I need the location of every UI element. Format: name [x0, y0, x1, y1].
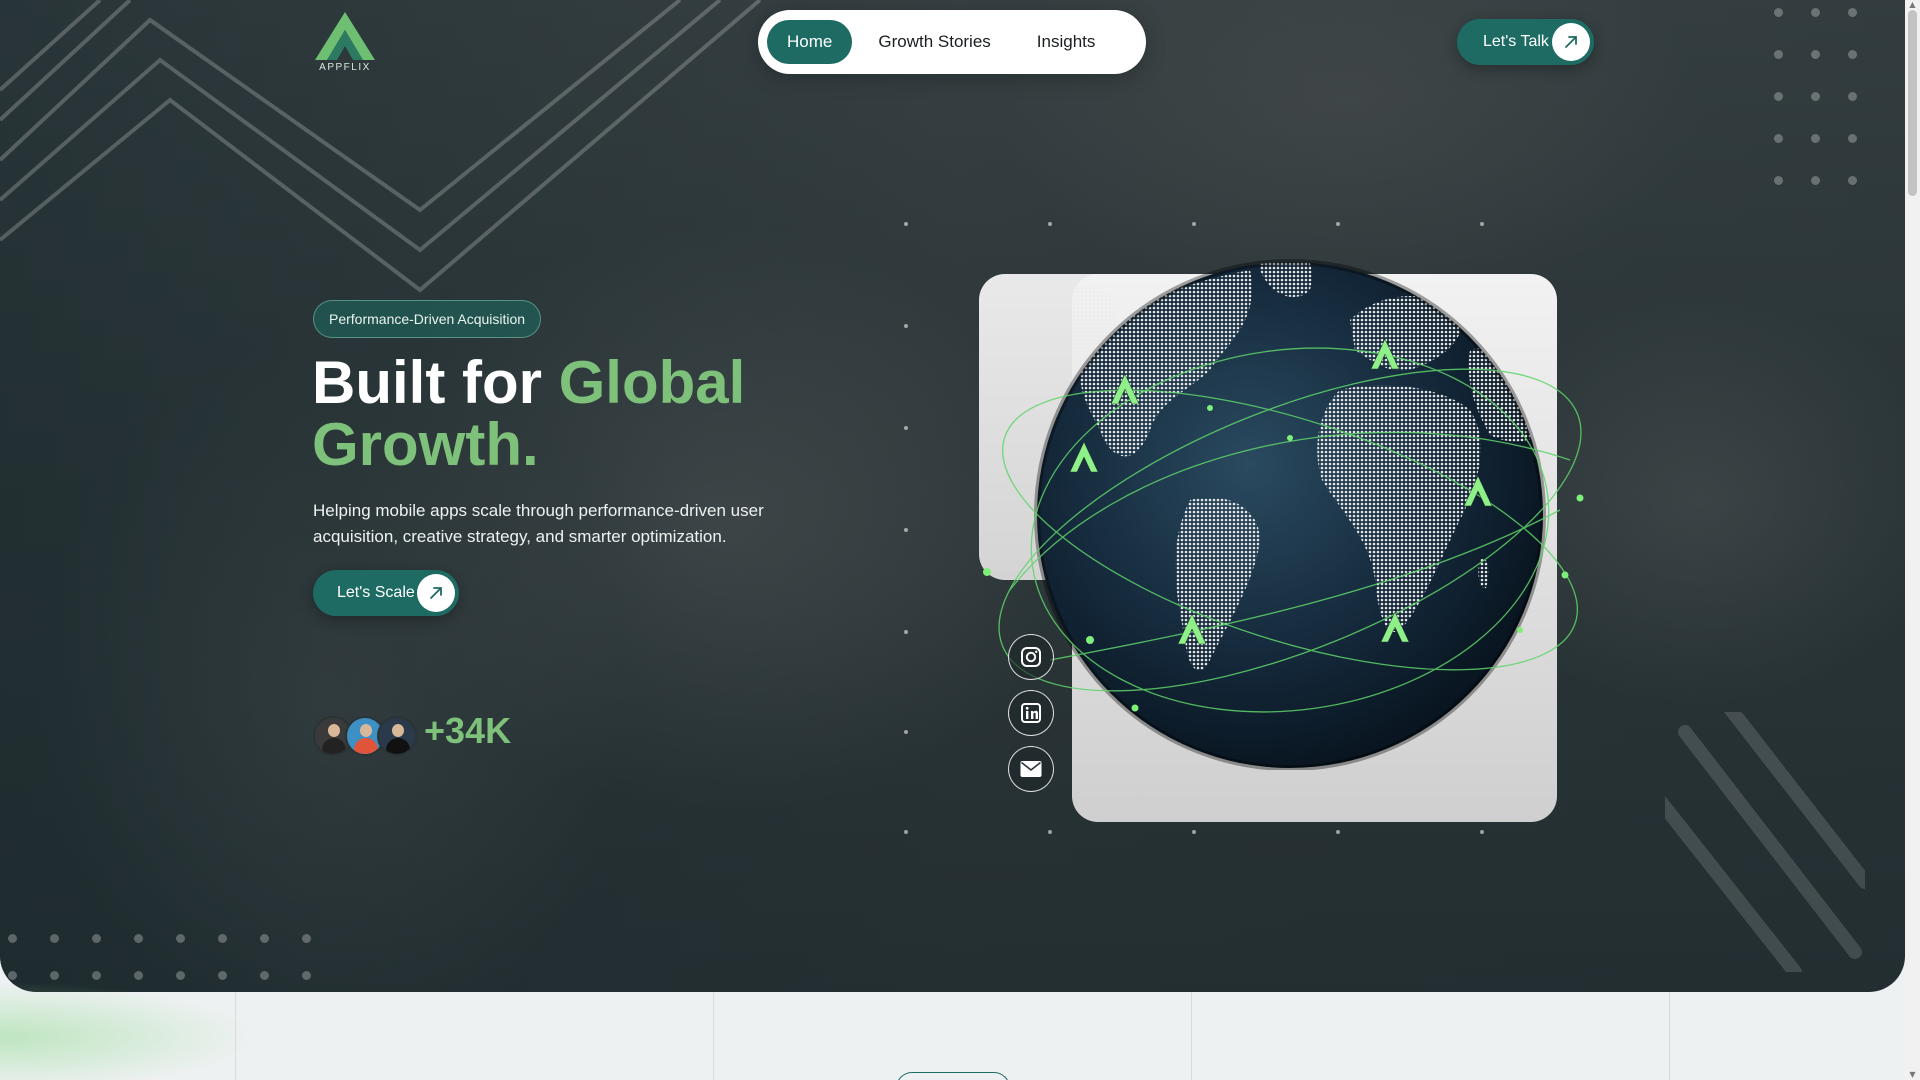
nav-item-insights[interactable]: Insights: [1017, 20, 1116, 64]
column-divider: [1669, 992, 1670, 1080]
logo-mark-icon: [315, 12, 375, 60]
page-scrollbar[interactable]: ▲ ▼: [1905, 0, 1920, 1080]
next-section: [0, 982, 1905, 1080]
globe-illustration: [980, 259, 1584, 770]
instagram-icon: [1021, 647, 1041, 667]
avatar: [377, 716, 417, 756]
column-divider: [713, 992, 714, 1080]
logo-text: APPFLIX: [319, 62, 371, 73]
nav-item-home[interactable]: Home: [767, 20, 853, 64]
lets-scale-label: Let's Scale: [337, 584, 415, 601]
hero-section: [0, 0, 1905, 992]
instagram-button[interactable]: [1008, 634, 1054, 680]
lets-talk-label: Let's Talk: [1483, 33, 1549, 50]
decorative-glow: [0, 982, 260, 1080]
decorative-slashes: [1665, 712, 1865, 972]
headline-plain: Built for: [312, 349, 559, 416]
arrow-up-right-icon: [417, 574, 455, 612]
main-nav: Home Growth Stories Insights: [758, 10, 1146, 74]
column-divider: [235, 992, 236, 1080]
mail-icon: [1020, 761, 1042, 777]
linkedin-icon: [1021, 703, 1041, 723]
brand-logo[interactable]: APPFLIX: [313, 10, 377, 76]
scrollbar-thumb[interactable]: [1908, 10, 1917, 196]
nav-item-growth-stories[interactable]: Growth Stories: [858, 20, 1010, 64]
decorative-dots-bottom-left: [8, 934, 311, 980]
hero-subtext: Helping mobile apps scale through perfor…: [313, 501, 764, 546]
avatar-stack: [313, 716, 417, 756]
hero-headline: Built for Global Growth.: [312, 352, 872, 476]
mail-button[interactable]: [1008, 746, 1054, 792]
lets-scale-button[interactable]: Let's Scale: [313, 570, 459, 616]
hero-badge: Performance-Driven Acquisition: [313, 300, 542, 338]
arrow-up-right-icon: [1552, 23, 1590, 61]
user-count: +34K: [424, 710, 512, 751]
column-divider: [1191, 992, 1192, 1080]
scroll-down-arrow-icon[interactable]: ▼: [1908, 1070, 1917, 1080]
scroll-up-arrow-icon[interactable]: ▲: [1908, 0, 1917, 10]
lets-talk-button[interactable]: Let's Talk: [1457, 19, 1594, 65]
decorative-dots-top-right: [1774, 8, 1857, 185]
linkedin-button[interactable]: [1008, 690, 1054, 736]
section-tag: [896, 1072, 1010, 1080]
